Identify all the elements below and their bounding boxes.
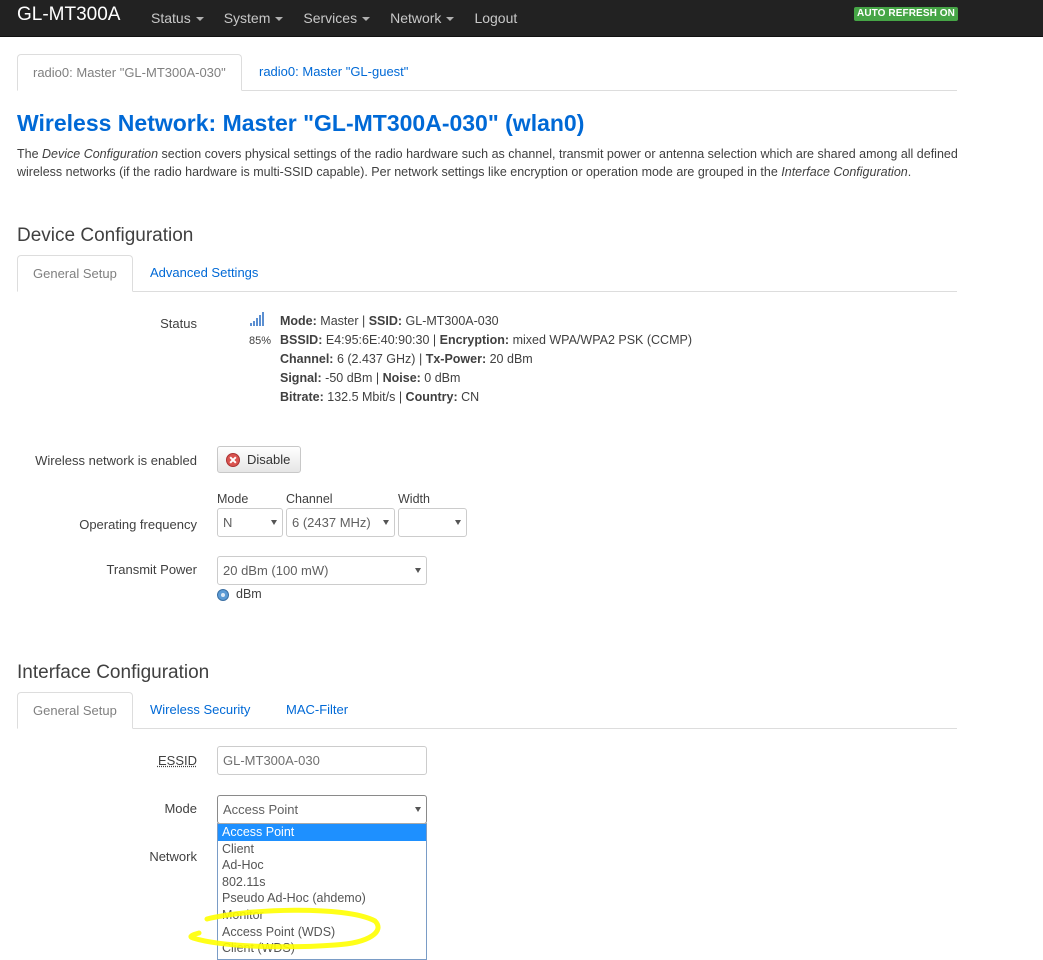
essid-input[interactable]: GL-MT300A-030 bbox=[217, 746, 427, 775]
nav-label: Logout bbox=[474, 10, 518, 26]
device-tabs: General Setup Advanced Settings bbox=[17, 255, 957, 292]
tab-advanced-settings[interactable]: Advanced Settings bbox=[135, 255, 273, 290]
field-value: Master bbox=[320, 314, 359, 328]
top-navbar: GL-MT300A Status System Services Network… bbox=[0, 0, 1043, 37]
network-label: Network bbox=[149, 849, 197, 864]
dropdown-arrow-icon bbox=[415, 807, 421, 812]
intro-text: The Device Configuration section covers … bbox=[17, 145, 967, 181]
width-select[interactable] bbox=[398, 508, 467, 537]
wireless-enabled-label: Wireless network is enabled bbox=[35, 453, 197, 468]
mode-option-access-point[interactable]: Access Point bbox=[218, 824, 426, 841]
field-value: -50 dBm bbox=[325, 371, 373, 385]
dropdown-arrow-icon bbox=[415, 568, 421, 573]
field-label: Mode: bbox=[280, 314, 317, 328]
radio-tabs: radio0: Master "GL-MT300A-030" radio0: M… bbox=[17, 54, 957, 91]
caret-down-icon bbox=[275, 17, 284, 21]
status-details: Mode: Master | SSID: GL-MT300A-030 BSSID… bbox=[280, 312, 692, 407]
field-value: 132.5 Mbit/s bbox=[327, 390, 396, 404]
intro-part: . bbox=[907, 165, 912, 179]
nav-label: Status bbox=[151, 10, 191, 26]
tab-radio0-master[interactable]: radio0: Master "GL-MT300A-030" bbox=[17, 54, 242, 91]
field-value: GL-MT300A-030 bbox=[405, 314, 499, 328]
field-label: Encryption: bbox=[439, 333, 510, 347]
select-value: Access Point bbox=[223, 802, 299, 817]
disable-icon bbox=[226, 452, 240, 467]
caret-down-icon bbox=[362, 17, 371, 21]
nav-label: Services bbox=[303, 10, 358, 26]
operating-frequency-label: Operating frequency bbox=[79, 517, 197, 532]
iface-mode-select[interactable]: Access Point bbox=[217, 795, 427, 824]
width-column-label: Width bbox=[398, 492, 430, 506]
transmit-power-label: Transmit Power bbox=[106, 562, 197, 577]
caret-down-icon bbox=[446, 17, 455, 21]
mode-option-80211s[interactable]: 802.11s bbox=[218, 874, 426, 891]
caret-down-icon bbox=[195, 17, 204, 21]
mode-select[interactable]: N bbox=[217, 508, 283, 537]
interface-tabs: General Setup Wireless Security MAC-Filt… bbox=[17, 692, 957, 729]
field-label: Tx-Power: bbox=[425, 352, 487, 366]
intro-emphasis: Device Configuration bbox=[42, 147, 159, 161]
field-value: 6 (2.437 GHz) bbox=[336, 352, 416, 366]
disable-button[interactable]: Disable bbox=[217, 446, 302, 473]
status-line-mode: Mode: Master | SSID: GL-MT300A-030 bbox=[280, 314, 499, 328]
status-line-bitrate: Bitrate: 132.5 Mbit/s | Country: CN bbox=[280, 390, 480, 404]
interface-config-title: Interface Configuration bbox=[17, 662, 210, 683]
intro-part: The bbox=[17, 147, 43, 161]
field-label: Bitrate: bbox=[280, 390, 324, 404]
channel-select[interactable]: 6 (2437 MHz) bbox=[286, 508, 395, 537]
brand-title[interactable]: GL-MT300A bbox=[17, 4, 120, 26]
select-value: N bbox=[223, 515, 233, 530]
nav-label: System bbox=[223, 10, 271, 26]
mode-option-client[interactable]: Client bbox=[218, 841, 426, 858]
field-value: CN bbox=[461, 390, 480, 404]
nav-system[interactable]: System bbox=[214, 0, 294, 36]
transmit-power-unit: dBm bbox=[236, 587, 262, 601]
status-line-channel: Channel: 6 (2.437 GHz) | Tx-Power: 20 dB… bbox=[280, 352, 533, 366]
tab-radio0-guest[interactable]: radio0: Master "GL-guest" bbox=[244, 54, 423, 89]
nav-label: Network bbox=[390, 10, 442, 26]
help-icon bbox=[217, 589, 229, 601]
status-label: Status bbox=[160, 316, 197, 331]
mode-option-adhoc[interactable]: Ad-Hoc bbox=[218, 857, 426, 874]
select-value: 20 dBm (100 mW) bbox=[223, 563, 329, 578]
select-value: 6 (2437 MHz) bbox=[292, 515, 371, 530]
tab-wireless-security[interactable]: Wireless Security bbox=[135, 692, 265, 727]
device-config-title: Device Configuration bbox=[17, 225, 194, 246]
nav-status[interactable]: Status bbox=[141, 0, 214, 36]
nav-logout[interactable]: Logout bbox=[464, 0, 527, 36]
signal-strength-icon bbox=[250, 312, 264, 326]
mode-column-label: Mode bbox=[217, 492, 249, 506]
highlight-annotation bbox=[188, 907, 381, 950]
essid-label: ESSID bbox=[157, 753, 197, 768]
iface-mode-label: Mode bbox=[164, 801, 197, 816]
tab-iface-general-setup[interactable]: General Setup bbox=[17, 692, 133, 729]
field-value: 0 dBm bbox=[424, 371, 461, 385]
field-value: E4:95:6E:40:90:30 bbox=[325, 333, 430, 347]
field-label: Country: bbox=[405, 390, 458, 404]
status-line-bssid: BSSID: E4:95:6E:40:90:30 | Encryption: m… bbox=[280, 333, 692, 347]
field-label: SSID: bbox=[368, 314, 403, 328]
status-line-signal: Signal: -50 dBm | Noise: 0 dBm bbox=[280, 371, 461, 385]
auto-refresh-badge[interactable]: AUTO REFRESH ON bbox=[854, 7, 958, 21]
signal-percent: 85% bbox=[249, 335, 272, 347]
page-title: Wireless Network: Master "GL-MT300A-030"… bbox=[17, 110, 585, 136]
field-label: Noise: bbox=[382, 371, 421, 385]
nav-services[interactable]: Services bbox=[293, 0, 380, 36]
tab-mac-filter[interactable]: MAC-Filter bbox=[271, 692, 363, 727]
transmit-power-select[interactable]: 20 dBm (100 mW) bbox=[217, 556, 427, 585]
tab-general-setup[interactable]: General Setup bbox=[17, 255, 133, 292]
field-value: 20 dBm bbox=[489, 352, 533, 366]
field-value: mixed WPA/WPA2 PSK (CCMP) bbox=[512, 333, 692, 347]
dropdown-arrow-icon bbox=[455, 520, 461, 525]
dropdown-arrow-icon bbox=[271, 520, 277, 525]
intro-emphasis: Interface Configuration bbox=[781, 165, 908, 179]
channel-column-label: Channel bbox=[286, 492, 333, 506]
nav-network[interactable]: Network bbox=[380, 0, 464, 36]
field-label: Signal: bbox=[280, 371, 322, 385]
dropdown-arrow-icon bbox=[383, 520, 389, 525]
field-label: BSSID: bbox=[280, 333, 323, 347]
disable-button-label: Disable bbox=[247, 452, 291, 467]
field-label: Channel: bbox=[280, 352, 334, 366]
main-nav: Status System Services Network Logout bbox=[141, 0, 527, 36]
